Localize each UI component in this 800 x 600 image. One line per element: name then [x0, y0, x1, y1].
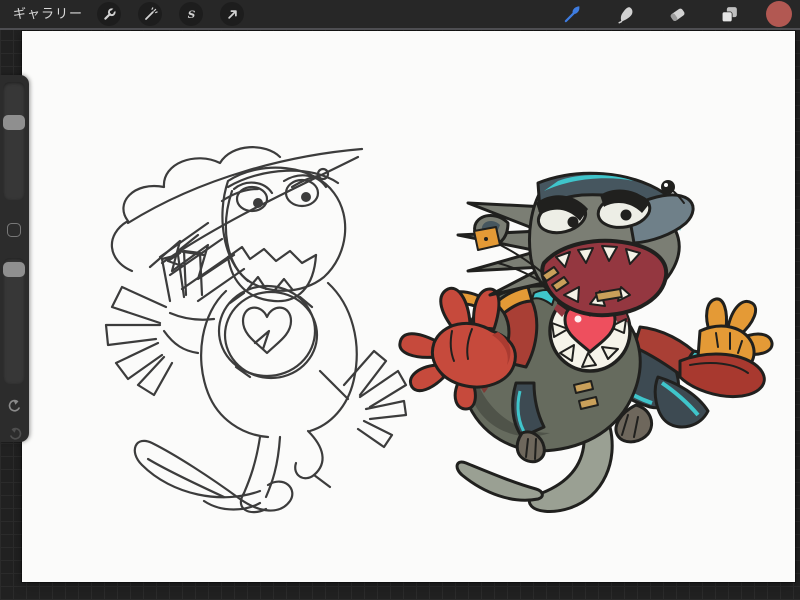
- wrench-icon: [103, 7, 116, 20]
- svg-text:S: S: [187, 9, 195, 21]
- paintbrush-icon: [564, 6, 580, 23]
- paint-tool-group: [558, 0, 800, 28]
- adjustments-button[interactable]: [138, 2, 163, 26]
- eraser-icon: [670, 8, 684, 21]
- paint-button[interactable]: [558, 0, 588, 28]
- canvas-surface[interactable]: [22, 31, 795, 582]
- layers-button[interactable]: [714, 0, 744, 28]
- colored-character: [398, 171, 774, 513]
- opacity-handle[interactable]: [3, 262, 25, 277]
- erase-button[interactable]: [662, 0, 692, 28]
- actions-button[interactable]: [97, 2, 122, 26]
- redo-icon: [9, 427, 21, 440]
- opacity-slider[interactable]: [3, 258, 25, 384]
- magic-wand-icon: [144, 6, 158, 20]
- undo-button[interactable]: [4, 395, 25, 416]
- top-toolbar: ギャラリー S: [0, 0, 800, 30]
- artwork: [104, 146, 774, 514]
- undo-icon: [8, 399, 20, 412]
- tool-sidebar: [0, 75, 29, 442]
- selection-s-icon: S: [187, 9, 195, 21]
- layers-icon: [721, 6, 737, 22]
- brush-size-slider[interactable]: [3, 82, 25, 200]
- gallery-button[interactable]: ギャラリー: [0, 0, 83, 28]
- smudge-icon: [617, 6, 632, 23]
- color-swatch[interactable]: [766, 1, 792, 27]
- transform-button[interactable]: [220, 2, 245, 26]
- selection-button[interactable]: S: [179, 2, 204, 26]
- brush-size-handle[interactable]: [3, 115, 25, 130]
- transform-arrow-icon: [227, 9, 237, 19]
- smudge-button[interactable]: [610, 0, 640, 28]
- modify-button[interactable]: [7, 223, 21, 237]
- redo-button[interactable]: [4, 423, 25, 444]
- sketch-character: [104, 146, 408, 514]
